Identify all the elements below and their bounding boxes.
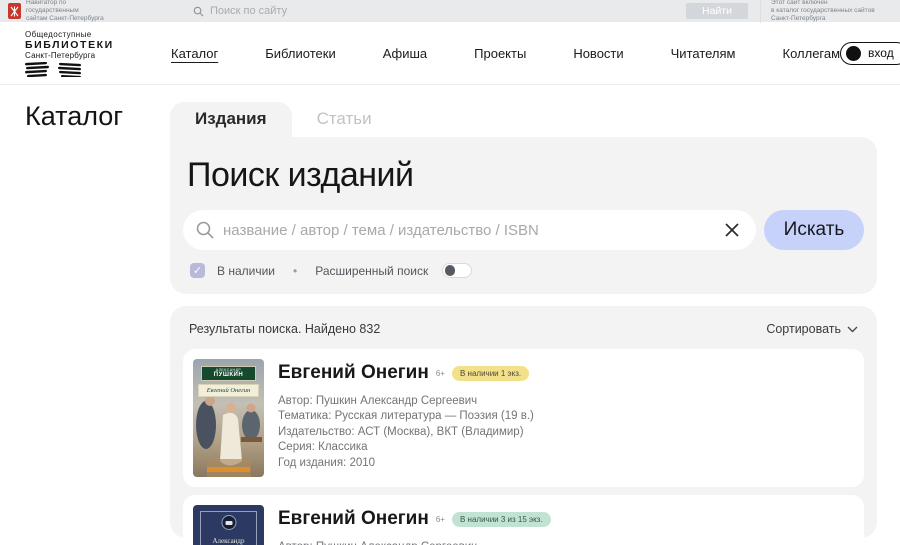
page-title: Каталог [25,101,124,131]
age-rating: 6+ [435,368,445,378]
site-header: Общедоступные БИБЛИОТЕКИ Санкт-Петербург… [0,22,900,85]
search-button[interactable]: Искать [764,210,864,250]
nav-item-catalog[interactable]: Каталог [171,46,218,61]
book-details: Автор: Пушкин Александр Сергеевич Темати… [278,540,854,545]
topbar-find-button[interactable]: Найти [686,3,748,19]
topbar-search-input[interactable] [210,5,510,17]
cover-author-plate: АЛЕКСАНДР ПУШКИН [200,366,257,381]
availability-badge: В наличии 3 из 15 экз. [451,511,551,527]
cover-publisher-strip [207,467,250,472]
gov-navigator-text: Навигатор по государственным сайтам Санк… [26,0,104,22]
tab-articles[interactable]: Статьи [292,102,397,137]
chevron-down-icon [847,326,858,333]
age-rating: 6+ [435,514,445,524]
book-title[interactable]: Евгений Онегин [278,362,429,384]
search-panel: Поиск изданий Искать ✓ В наличии • Расши [170,137,877,294]
topbar-search-icon [193,6,204,17]
government-topbar: Навигатор по государственным сайтам Санк… [0,0,900,23]
books-logo-icon [25,61,147,77]
search-heading: Поиск изданий [187,156,414,194]
user-avatar-icon [846,45,862,61]
advanced-search-toggle[interactable] [442,263,473,278]
login-button[interactable]: вход [840,41,900,65]
options-separator: • [293,263,298,278]
library-logo[interactable]: Общедоступные БИБЛИОТЕКИ Санкт-Петербург… [25,30,147,77]
spb-crest-icon [8,3,21,19]
nav-item-news[interactable]: Новости [573,46,623,61]
main-nav: Каталог Библиотеки Афиша Проекты Новости… [171,46,840,61]
gov-included-text: Этот сайт включен в каталог государствен… [760,0,890,23]
publisher-emblem-icon [221,515,236,530]
clear-search-icon[interactable] [722,220,742,240]
tab-editions[interactable]: Издания [170,102,292,137]
book-cover[interactable]: Александр ПУШКИН [193,505,264,545]
in-stock-checkbox[interactable]: ✓ [190,263,205,278]
gov-navigator[interactable]: Навигатор по государственным сайтам Санк… [8,0,193,23]
catalog-tabs: Издания Статьи [170,102,877,137]
search-input[interactable] [223,221,714,239]
book-title[interactable]: Евгений Онегин [278,508,429,530]
sort-control[interactable]: Сортировать [766,322,858,336]
search-field[interactable] [183,210,756,250]
cover-author-text: Александр ПУШКИН [212,537,245,545]
availability-badge: В наличии 1 экз. [451,365,530,381]
advanced-search-label: Расширенный поиск [315,263,429,278]
search-icon [195,220,215,240]
nav-item-readers[interactable]: Читателям [671,46,736,61]
nav-item-colleagues[interactable]: Коллегам [783,46,841,61]
nav-item-projects[interactable]: Проекты [474,46,526,61]
results-summary: Результаты поиска. Найдено 832 [189,322,381,336]
cover-title-plate: Евгений Онегин [197,384,260,397]
nav-item-libraries[interactable]: Библиотеки [265,46,335,61]
result-card[interactable]: Александр ПУШКИН Евгений Онегин 6+ В нал… [183,495,864,545]
book-cover[interactable]: АЛЕКСАНДР ПУШКИН Евгений Онегин [193,359,264,477]
in-stock-label: В наличии [217,263,276,278]
results-panel: Результаты поиска. Найдено 832 Сортирова… [170,306,877,545]
result-card[interactable]: АЛЕКСАНДР ПУШКИН Евгений Онегин Евгений … [183,349,864,487]
book-details: Автор: Пушкин Александр Сергеевич Темати… [278,395,534,469]
nav-item-afisha[interactable]: Афиша [383,46,427,61]
